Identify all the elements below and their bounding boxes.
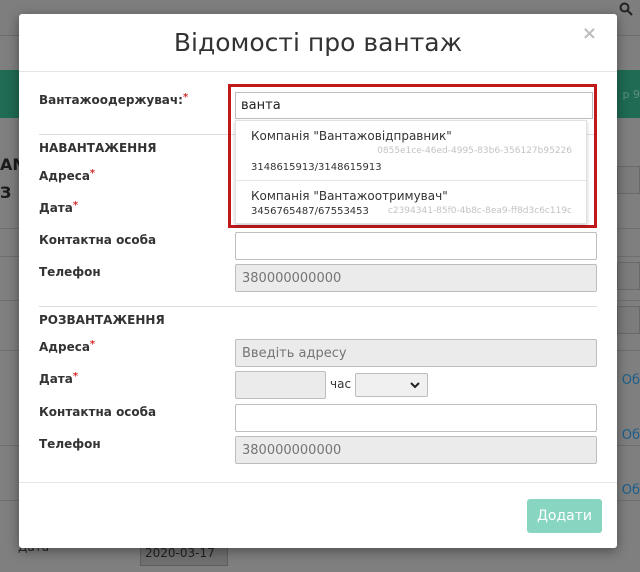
suggestion-name: Компанія "Вантажовідправник" [251, 129, 452, 143]
cargo-details-modal: Відомості про вантаж × Вантажоодержувач:… [19, 14, 617, 548]
unloading-address-field[interactable] [235, 339, 597, 367]
suggestion-id: c2394341-85f0-4b8c-8ea9-ff8d3c6c119c [387, 206, 572, 216]
consignee-label-text: Вантажоодержувач: [39, 93, 183, 107]
background-heading-line-2: З [0, 183, 12, 202]
unloading-section-title: РОЗВАНТАЖЕННЯ [39, 313, 165, 327]
required-mark: * [89, 168, 96, 179]
required-mark: * [72, 200, 79, 211]
modal-footer-divider [19, 482, 617, 483]
unloading-phone-label: Телефон [39, 437, 101, 451]
loading-address-label-text: Адреса [39, 169, 90, 183]
suggestion-name: Компанія "Вантажоотримувач" [251, 189, 448, 203]
unloading-address-label: Адреса* [39, 339, 96, 354]
loading-contact-label: Контактна особа [39, 233, 157, 247]
unloading-contact-field[interactable] [235, 404, 597, 432]
unloading-contact-label: Контактна особа [39, 405, 157, 419]
required-mark: * [89, 339, 96, 350]
background-input [617, 166, 640, 194]
section-divider [39, 306, 597, 307]
suggestion-item[interactable]: Компанія "Вантажовідправник" 0855e1ce-46… [236, 121, 586, 181]
suggestion-code: 3148615913/3148615913 [251, 162, 382, 173]
unloading-date-label: Дата* [39, 371, 79, 386]
loading-date-label: Дата* [39, 200, 79, 215]
loading-address-label: Адреса* [39, 168, 96, 183]
suggestion-id: 0855e1ce-46ed-4995-83b6-356127b95226 [377, 146, 572, 156]
chevron-down-icon [409, 376, 421, 397]
unloading-date-label-text: Дата [39, 372, 73, 386]
loading-section-title: НАВАНТАЖЕННЯ [39, 141, 157, 155]
unloading-hour-select[interactable] [355, 373, 428, 397]
suggestion-item[interactable]: Компанія "Вантажоотримувач" 3456765487/6… [236, 181, 586, 223]
loading-phone-field[interactable] [235, 264, 597, 292]
unloading-date-field[interactable] [235, 371, 326, 399]
consignee-label: Вантажоодержувач:* [39, 92, 189, 107]
consignee-suggestions-list: Компанія "Вантажовідправник" 0855e1ce-46… [235, 120, 587, 224]
required-mark: * [182, 92, 189, 103]
background-input [617, 262, 640, 290]
unloading-address-label-text: Адреса [39, 340, 90, 354]
unloading-hour-label: час [330, 377, 352, 391]
add-button[interactable]: Додати [527, 499, 602, 533]
loading-contact-field[interactable] [235, 232, 597, 260]
unloading-phone-field[interactable] [235, 436, 597, 464]
consignee-search-input[interactable]: ванта [235, 92, 593, 119]
modal-title: Відомості про вантаж [173, 28, 463, 57]
required-mark: * [72, 371, 79, 382]
suggestion-code: 3456765487/67553453 [251, 206, 369, 217]
loading-phone-label: Телефон [39, 265, 101, 279]
modal-header: Відомості про вантаж × [19, 14, 617, 72]
close-icon[interactable]: × [582, 23, 597, 44]
banner-link[interactable]: p 9 [623, 88, 640, 101]
background-input [617, 306, 640, 334]
loading-date-label-text: Дата [39, 201, 73, 215]
